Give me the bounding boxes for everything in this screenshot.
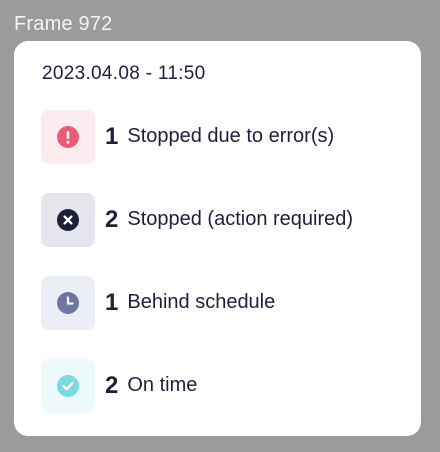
status-popup: 2023.04.08 - 11:50 1 Stopped due to erro…	[14, 41, 421, 436]
status-label: Stopped (action required)	[127, 208, 354, 230]
check-icon	[57, 374, 79, 397]
status-row-behind[interactable]: 1 Behind schedule	[41, 275, 276, 330]
stopped-icon	[57, 208, 79, 231]
status-count: 2	[105, 205, 119, 233]
status-row-on-time[interactable]: 2 On time	[41, 358, 198, 413]
status-count: 1	[105, 122, 119, 150]
check-icon-box	[41, 358, 95, 413]
stopped-icon-box	[41, 192, 95, 247]
status-count: 2	[105, 371, 119, 399]
timestamp: 2023.04.08 - 11:50	[42, 63, 206, 84]
error-icon-box	[41, 109, 95, 164]
status-label: Stopped due to error(s)	[127, 125, 335, 147]
clock-icon-box	[41, 275, 95, 330]
status-count: 1	[105, 288, 119, 316]
status-row-stopped[interactable]: 2 Stopped (action required)	[41, 192, 354, 247]
error-icon	[57, 125, 79, 148]
frame-label: Frame 972	[14, 13, 113, 35]
status-label: Behind schedule	[127, 291, 276, 313]
status-row-error[interactable]: 1 Stopped due to error(s)	[41, 109, 335, 164]
status-label: On time	[127, 374, 198, 396]
clock-icon	[57, 291, 79, 314]
